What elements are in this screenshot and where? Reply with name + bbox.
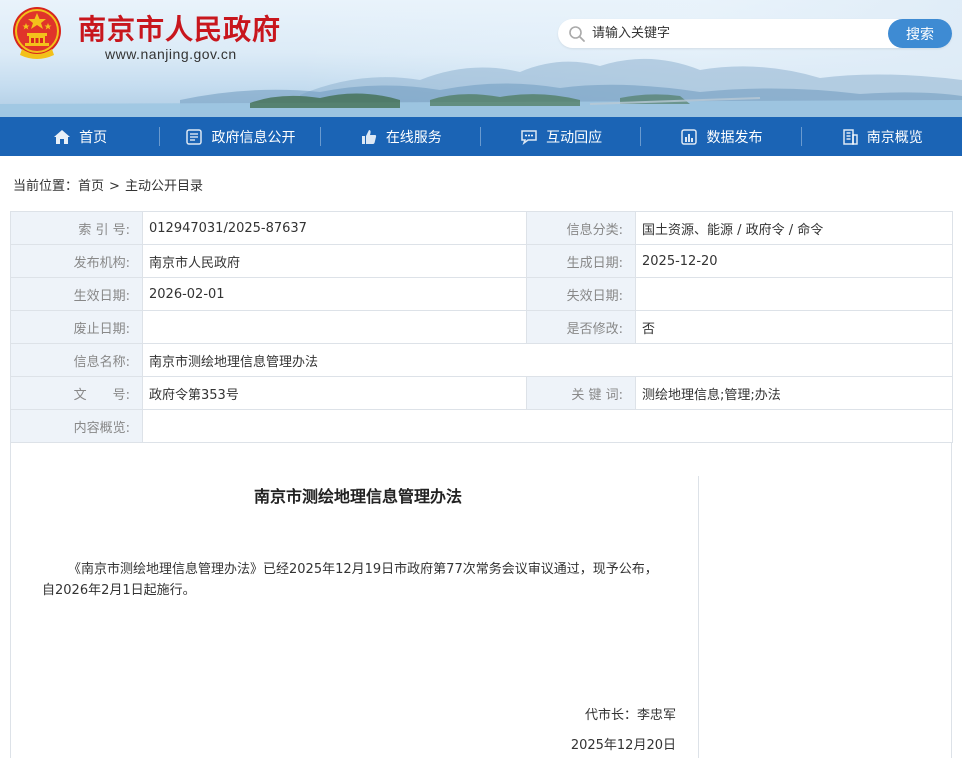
nav-item-online-service[interactable]: 在线服务 xyxy=(321,117,482,156)
created-date-value: 2025-12-20 xyxy=(635,244,953,278)
document-number-value: 政府令第353号 xyxy=(142,376,527,410)
nav-item-label: 数据发布 xyxy=(706,129,763,146)
nav-item-home[interactable]: 首页 xyxy=(0,117,161,156)
document-number-label: 文 号: xyxy=(10,376,143,410)
search-button[interactable]: 搜索 xyxy=(888,19,952,48)
breadcrumb-separator: > xyxy=(109,179,120,194)
repeal-date-value xyxy=(142,310,527,344)
table-row: 索 引 号: 012947031/2025-87637 信息分类: 国土资源、能… xyxy=(10,211,953,245)
site-title: 南京市人民政府 xyxy=(78,13,282,46)
breadcrumb: 当前位置：首页 > 主动公开目录 xyxy=(13,175,203,194)
article-body: 《南京市测绘地理信息管理办法》已经2025年12月19日市政府第77次常务会议审… xyxy=(42,562,658,598)
nav-item-interaction[interactable]: 互动回应 xyxy=(481,117,642,156)
category-label: 信息分类: xyxy=(526,211,636,245)
search-icon xyxy=(569,26,585,42)
modified-label: 是否修改: xyxy=(526,310,636,344)
table-row: 信息名称: 南京市测绘地理信息管理办法 xyxy=(10,343,953,377)
nav-item-label: 首页 xyxy=(79,129,108,146)
nav-item-label: 在线服务 xyxy=(385,129,442,146)
publisher-value: 南京市人民政府 xyxy=(142,244,527,278)
effective-date-value: 2026-02-01 xyxy=(142,277,527,311)
main-nav: 首页 政府信息公开 在线服务 互动回应 数据发布 南京概览 xyxy=(0,117,962,156)
table-row: 废止日期: 是否修改: 否 xyxy=(10,310,953,344)
nav-item-gov-info[interactable]: 政府信息公开 xyxy=(160,117,321,156)
breadcrumb-prefix: 当前位置： xyxy=(13,179,79,194)
article-signatory: 代市长：李忠军 xyxy=(584,708,676,723)
table-row: 发布机构: 南京市人民政府 生成日期: 2025-12-20 xyxy=(10,244,953,278)
keywords-label: 关 键 词: xyxy=(526,376,636,410)
home-icon xyxy=(54,129,71,144)
category-value: 国土资源、能源 / 政府令 / 命令 xyxy=(635,211,953,245)
effective-date-label: 生效日期: xyxy=(10,277,143,311)
nav-item-nanjing-overview[interactable]: 南京概览 xyxy=(802,117,962,156)
chat-icon xyxy=(521,129,537,145)
nav-item-label: 南京概览 xyxy=(866,129,923,146)
keywords-value: 测绘地理信息;管理;办法 xyxy=(635,376,953,410)
breadcrumb-home-link[interactable]: 首页 xyxy=(78,175,104,194)
modified-value: 否 xyxy=(635,310,953,344)
national-emblem-icon xyxy=(13,7,61,59)
index-number-label: 索 引 号: xyxy=(10,211,143,245)
nav-item-label: 互动回应 xyxy=(546,129,603,146)
expire-date-label: 失效日期: xyxy=(526,277,636,311)
document-icon xyxy=(186,128,203,145)
info-name-label: 信息名称: xyxy=(10,343,143,377)
article-date: 2025年12月20日 xyxy=(570,738,676,753)
site-header: 南京市人民政府 www.nanjing.gov.cn 搜索 xyxy=(0,0,962,117)
repeal-date-label: 废止日期: xyxy=(10,310,143,344)
info-name-value: 南京市测绘地理信息管理办法 xyxy=(142,343,953,377)
bar-chart-icon xyxy=(681,128,698,145)
created-date-label: 生成日期: xyxy=(526,244,636,278)
nav-item-data-release[interactable]: 数据发布 xyxy=(641,117,802,156)
publisher-label: 发布机构: xyxy=(10,244,143,278)
building-icon xyxy=(843,128,858,145)
search-box: 搜索 xyxy=(558,19,952,48)
breadcrumb-current-link[interactable]: 主动公开目录 xyxy=(125,175,203,194)
nav-item-label: 政府信息公开 xyxy=(211,129,296,146)
search-input[interactable] xyxy=(592,23,882,44)
expire-date-value xyxy=(635,277,953,311)
table-row: 内容概览: xyxy=(10,409,953,443)
summary-label: 内容概览: xyxy=(10,409,143,443)
index-number-value: 012947031/2025-87637 xyxy=(142,211,527,245)
table-row: 文 号: 政府令第353号 关 键 词: 测绘地理信息;管理;办法 xyxy=(10,376,953,410)
thumbs-up-icon xyxy=(361,129,376,144)
sidebar-divider xyxy=(698,476,699,758)
document-metadata-table: 索 引 号: 012947031/2025-87637 信息分类: 国土资源、能… xyxy=(10,211,953,443)
summary-value xyxy=(142,409,953,443)
article-title: 南京市测绘地理信息管理办法 xyxy=(253,487,462,506)
table-row: 生效日期: 2026-02-01 失效日期: xyxy=(10,277,953,311)
site-url: www.nanjing.gov.cn xyxy=(105,46,237,62)
